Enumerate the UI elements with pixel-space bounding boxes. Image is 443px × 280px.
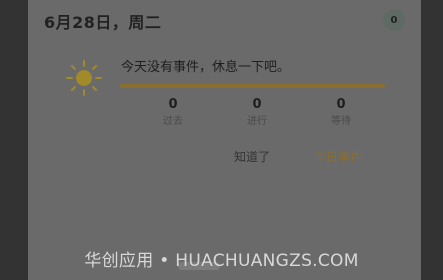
left-gutter: [0, 0, 28, 280]
date-title: 6月28日，周二: [44, 13, 162, 32]
stat-ongoing-value: 0: [252, 97, 262, 112]
stat-waiting-label: 等待: [331, 116, 351, 127]
stat-past-label: 过去: [163, 116, 183, 127]
screen: 6月28日，周二 0 今天没有事件，休息一下吧。 0 过去 0 进行 0 等待 …: [0, 0, 443, 280]
stat-waiting-value: 0: [336, 97, 346, 112]
progress-divider: [120, 84, 385, 88]
stat-ongoing-label: 进行: [247, 116, 267, 127]
stat-ongoing: 0 进行: [227, 96, 287, 130]
got-it-button[interactable]: 知道了: [234, 148, 270, 165]
stat-past-value: 0: [168, 97, 178, 112]
empty-state-message: 今天没有事件，休息一下吧。: [121, 60, 291, 75]
stat-past: 0 过去: [143, 96, 203, 130]
stat-waiting: 0 等待: [311, 96, 371, 130]
today-events-button[interactable]: 今日事件: [314, 148, 362, 165]
daily-events-card: 6月28日，周二 0 今天没有事件，休息一下吧。 0 过去 0 进行 0 等待 …: [28, 0, 421, 280]
sun-icon: [66, 60, 102, 96]
watermark: 华创应用 • HUACHUANGZS.COM: [84, 251, 359, 271]
right-gutter: [421, 0, 443, 280]
event-count-badge[interactable]: 0: [383, 9, 405, 31]
